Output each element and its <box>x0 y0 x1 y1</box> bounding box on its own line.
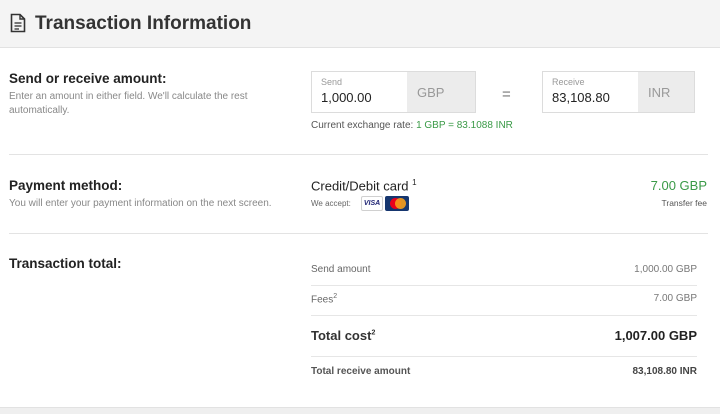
payment-section-help: You will enter your payment information … <box>9 198 272 209</box>
section-divider <box>9 154 708 155</box>
receive-amount-field[interactable]: Receive 83,108.80 <box>542 71 639 113</box>
receive-amount-input[interactable]: 83,108.80 <box>552 90 610 105</box>
exchange-rate-prefix: Current exchange rate: <box>311 120 414 131</box>
payment-method-label: Credit/Debit card <box>311 178 409 194</box>
exchange-rate: Current exchange rate: 1 GBP = 83.1088 I… <box>311 120 513 131</box>
footnote-marker: 2 <box>333 293 338 300</box>
row-divider <box>311 356 697 357</box>
send-amount-input[interactable]: 1,000.00 <box>321 90 372 105</box>
row-label: Total cost <box>311 328 372 343</box>
footnote-marker: 1 <box>412 178 417 187</box>
transfer-fee-amount: 7.00 GBP <box>650 178 707 193</box>
payment-method-name: Credit/Debit card 1 <box>311 178 417 193</box>
mastercard-icon <box>385 196 409 211</box>
transfer-fee-label: Transfer fee <box>661 198 707 208</box>
receive-field-label: Receive <box>552 77 585 87</box>
row-label: Send amount <box>311 264 371 275</box>
send-amount-field[interactable]: Send 1,000.00 <box>311 71 408 113</box>
total-section-label: Transaction total: <box>9 256 122 271</box>
equals-sign: = <box>502 86 511 103</box>
row-divider <box>311 285 697 286</box>
row-label-wrap: Fees2 <box>311 293 337 305</box>
row-value: 83,108.80 INR <box>632 366 698 377</box>
document-icon <box>10 13 26 33</box>
visa-icon: VISA <box>361 196 383 211</box>
page-title: Transaction Information <box>35 13 252 34</box>
mastercard-orange-circle <box>395 198 406 209</box>
amount-section-label: Send or receive amount: <box>9 71 167 86</box>
receive-currency-select[interactable]: INR <box>638 71 695 113</box>
footer-edge <box>0 407 720 414</box>
row-value: 7.00 GBP <box>653 293 697 304</box>
section-divider <box>9 233 708 234</box>
footnote-marker: 2 <box>371 329 376 337</box>
amount-section-help: Enter an amount in either field. We'll c… <box>9 91 248 116</box>
exchange-rate-value: 1 GBP = 83.1088 INR <box>416 120 513 131</box>
send-currency-select[interactable]: GBP <box>407 71 476 113</box>
page-header: Transaction Information <box>0 0 720 48</box>
we-accept-label: We accept: <box>311 199 351 208</box>
row-label-wrap: Total cost2 <box>311 328 375 343</box>
send-field-label: Send <box>321 77 343 87</box>
row-value: 1,000.00 GBP <box>634 264 697 275</box>
row-label: Total receive amount <box>311 366 411 377</box>
row-divider <box>311 315 697 316</box>
row-value: 1,007.00 GBP <box>614 328 697 343</box>
row-label: Fees <box>311 294 334 306</box>
payment-section-label: Payment method: <box>9 178 123 193</box>
